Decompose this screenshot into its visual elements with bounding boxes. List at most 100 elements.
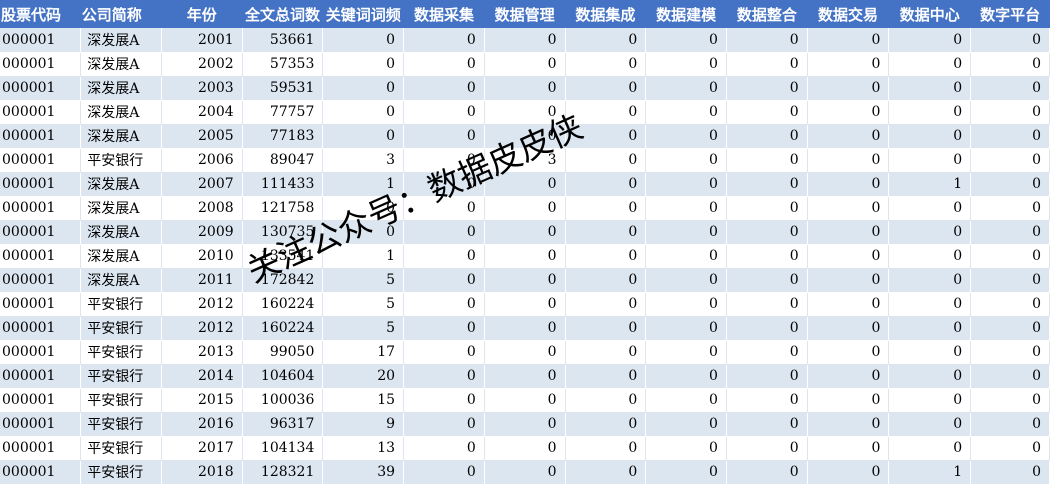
table-cell[interactable]: 1 bbox=[322, 172, 405, 197]
table-cell[interactable]: 0 bbox=[970, 148, 1050, 173]
table-cell[interactable]: 0 bbox=[565, 196, 647, 221]
table-cell[interactable]: 0 bbox=[726, 28, 808, 53]
table-cell[interactable]: 121758 bbox=[242, 196, 324, 221]
column-header[interactable]: 数据采集 bbox=[404, 0, 485, 28]
table-cell[interactable]: 3 bbox=[322, 148, 405, 173]
table-cell[interactable]: 0 bbox=[322, 196, 405, 221]
table-cell[interactable]: 0 bbox=[645, 340, 727, 365]
table-cell[interactable]: 0 bbox=[484, 292, 566, 317]
table-cell[interactable]: 0 bbox=[565, 76, 647, 101]
table-cell[interactable]: 0 bbox=[888, 268, 972, 293]
table-cell[interactable]: 深发展A bbox=[80, 124, 162, 149]
table-cell[interactable]: 133541 bbox=[242, 244, 324, 269]
table-cell[interactable]: 0 bbox=[726, 196, 808, 221]
table-cell[interactable]: 000001 bbox=[0, 436, 82, 461]
table-cell[interactable]: 1 bbox=[888, 460, 972, 485]
table-cell[interactable]: 0 bbox=[726, 244, 808, 269]
table-cell[interactable]: 0 bbox=[484, 436, 566, 461]
table-cell[interactable]: 0 bbox=[565, 412, 647, 437]
table-cell[interactable]: 2003 bbox=[161, 76, 243, 101]
column-header[interactable]: 数据集成 bbox=[565, 0, 646, 28]
table-cell[interactable]: 0 bbox=[565, 268, 647, 293]
table-cell[interactable]: 0 bbox=[565, 148, 647, 173]
table-cell[interactable]: 5 bbox=[322, 316, 405, 341]
table-cell[interactable]: 0 bbox=[322, 100, 405, 125]
table-cell[interactable]: 0 bbox=[484, 100, 566, 125]
table-cell[interactable]: 0 bbox=[645, 436, 727, 461]
table-cell[interactable]: 0 bbox=[888, 340, 972, 365]
table-cell[interactable]: 0 bbox=[807, 52, 890, 77]
table-cell[interactable]: 0 bbox=[888, 244, 972, 269]
table-cell[interactable]: 平安银行 bbox=[80, 436, 162, 461]
table-cell[interactable]: 13 bbox=[322, 436, 405, 461]
table-cell[interactable]: 深发展A bbox=[80, 28, 162, 53]
table-cell[interactable]: 0 bbox=[645, 220, 727, 245]
table-cell[interactable]: 128321 bbox=[242, 460, 324, 485]
table-cell[interactable]: 0 bbox=[726, 52, 808, 77]
table-cell[interactable]: 0 bbox=[970, 76, 1050, 101]
table-cell[interactable]: 130735 bbox=[242, 220, 324, 245]
table-cell[interactable]: 000001 bbox=[0, 460, 82, 485]
table-cell[interactable]: 0 bbox=[726, 364, 808, 389]
table-cell[interactable]: 0 bbox=[807, 340, 890, 365]
table-cell[interactable]: 5 bbox=[322, 268, 405, 293]
table-cell[interactable]: 160224 bbox=[242, 316, 324, 341]
table-cell[interactable]: 平安银行 bbox=[80, 292, 162, 317]
table-cell[interactable]: 0 bbox=[726, 76, 808, 101]
table-cell[interactable]: 深发展A bbox=[80, 52, 162, 77]
table-cell[interactable]: 0 bbox=[726, 148, 808, 173]
table-cell[interactable]: 0 bbox=[970, 316, 1050, 341]
table-cell[interactable]: 0 bbox=[403, 100, 485, 125]
table-cell[interactable]: 0 bbox=[970, 220, 1050, 245]
table-cell[interactable]: 0 bbox=[322, 76, 405, 101]
table-cell[interactable]: 000001 bbox=[0, 388, 82, 413]
table-cell[interactable]: 0 bbox=[726, 340, 808, 365]
table-cell[interactable]: 平安银行 bbox=[80, 460, 162, 485]
table-cell[interactable]: 深发展A bbox=[80, 268, 162, 293]
table-cell[interactable]: 0 bbox=[484, 268, 566, 293]
table-cell[interactable]: 2010 bbox=[161, 244, 243, 269]
table-cell[interactable]: 9 bbox=[322, 412, 405, 437]
column-header[interactable]: 数据交易 bbox=[807, 0, 889, 28]
table-cell[interactable]: 深发展A bbox=[80, 244, 162, 269]
table-cell[interactable]: 0 bbox=[645, 52, 727, 77]
table-cell[interactable]: 0 bbox=[970, 52, 1050, 77]
table-cell[interactable]: 0 bbox=[970, 244, 1050, 269]
table-cell[interactable]: 0 bbox=[484, 244, 566, 269]
table-cell[interactable]: 0 bbox=[484, 412, 566, 437]
table-cell[interactable]: 172842 bbox=[242, 268, 324, 293]
table-cell[interactable]: 平安银行 bbox=[80, 148, 162, 173]
table-cell[interactable]: 5 bbox=[322, 292, 405, 317]
table-cell[interactable]: 0 bbox=[565, 364, 647, 389]
table-cell[interactable]: 0 bbox=[403, 172, 485, 197]
table-cell[interactable]: 0 bbox=[484, 124, 566, 149]
table-cell[interactable]: 0 bbox=[484, 52, 566, 77]
table-cell[interactable]: 0 bbox=[403, 340, 485, 365]
table-cell[interactable]: 0 bbox=[726, 100, 808, 125]
table-cell[interactable]: 111433 bbox=[242, 172, 324, 197]
table-cell[interactable]: 0 bbox=[403, 220, 485, 245]
table-cell[interactable]: 0 bbox=[970, 124, 1050, 149]
table-cell[interactable]: 0 bbox=[970, 172, 1050, 197]
column-header[interactable]: 数据建模 bbox=[646, 0, 727, 28]
column-header[interactable]: 股票代码 bbox=[0, 0, 81, 28]
table-cell[interactable]: 深发展A bbox=[80, 100, 162, 125]
table-cell[interactable]: 0 bbox=[565, 28, 647, 53]
table-cell[interactable]: 2016 bbox=[161, 412, 243, 437]
table-cell[interactable]: 000001 bbox=[0, 340, 82, 365]
table-cell[interactable]: 0 bbox=[888, 196, 972, 221]
table-cell[interactable]: 0 bbox=[726, 292, 808, 317]
table-cell[interactable]: 0 bbox=[970, 100, 1050, 125]
table-cell[interactable]: 96317 bbox=[242, 412, 324, 437]
table-cell[interactable]: 2006 bbox=[161, 148, 243, 173]
table-cell[interactable]: 平安银行 bbox=[80, 340, 162, 365]
column-header[interactable]: 全文总词数 bbox=[242, 0, 323, 28]
table-cell[interactable]: 平安银行 bbox=[80, 316, 162, 341]
table-cell[interactable]: 0 bbox=[970, 436, 1050, 461]
table-cell[interactable]: 000001 bbox=[0, 100, 82, 125]
table-cell[interactable]: 0 bbox=[807, 100, 890, 125]
table-cell[interactable]: 深发展A bbox=[80, 220, 162, 245]
table-cell[interactable]: 平安银行 bbox=[80, 388, 162, 413]
table-cell[interactable]: 0 bbox=[807, 292, 890, 317]
table-cell[interactable]: 2004 bbox=[161, 100, 243, 125]
